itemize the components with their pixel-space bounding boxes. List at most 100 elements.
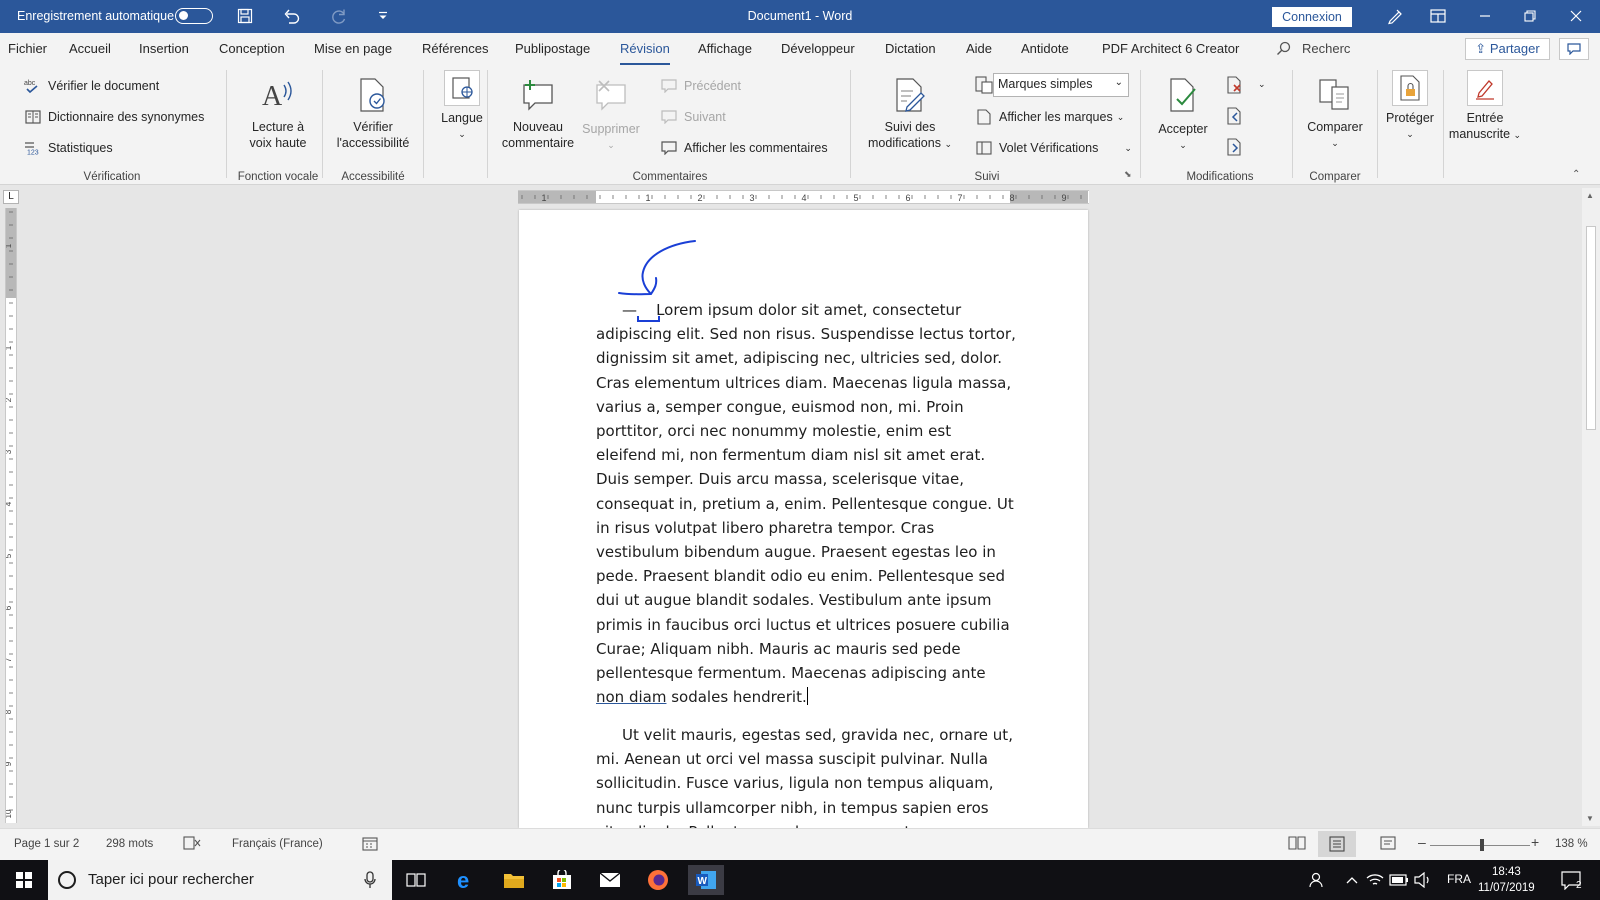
comments-icon[interactable]	[1559, 38, 1589, 60]
zoom-in-button[interactable]: +	[1531, 834, 1539, 850]
review-pane-icon	[975, 140, 993, 156]
vertical-ruler[interactable]: 1 1 2 3 4 5 6 7 8 9 10	[5, 208, 17, 823]
word-count-button[interactable]: 123 Statistiques	[24, 140, 113, 156]
search-input[interactable]: Recherc	[1302, 41, 1350, 56]
autosave-toggle[interactable]	[175, 8, 213, 24]
battery-icon[interactable]	[1388, 865, 1410, 895]
coauthor-pen-icon[interactable]	[1380, 6, 1410, 26]
tab-revision[interactable]: Révision	[620, 41, 670, 66]
file-explorer-icon[interactable]	[496, 865, 532, 895]
close-icon[interactable]	[1561, 6, 1591, 26]
macro-recording-icon[interactable]	[362, 836, 378, 854]
zoom-out-button[interactable]: –	[1418, 834, 1426, 850]
sign-in-button[interactable]: Connexion	[1272, 7, 1352, 27]
zoom-slider-thumb[interactable]	[1480, 839, 1484, 851]
thesaurus-button[interactable]: Dictionnaire des synonymes	[24, 109, 204, 125]
tab-pdf-architect[interactable]: PDF Architect 6 Creator	[1102, 41, 1239, 56]
tab-developpeur[interactable]: Développeur	[781, 41, 855, 56]
firefox-icon[interactable]	[640, 865, 676, 895]
proofing-icon[interactable]	[183, 836, 201, 853]
windows-start-icon[interactable]	[6, 865, 42, 895]
tab-conception[interactable]: Conception	[219, 41, 285, 56]
tab-references[interactable]: Références	[422, 41, 488, 56]
ink-input-button[interactable]: Entrée manuscrite ⌄	[1448, 70, 1522, 143]
delete-comment-button[interactable]: Supprimer ⌄	[578, 75, 644, 153]
check-document-button[interactable]: abc Vérifier le document	[24, 78, 159, 94]
notifications-icon[interactable]: 2	[1554, 865, 1590, 895]
previous-comment-button[interactable]: Précédent	[660, 78, 741, 94]
scroll-down-icon[interactable]: ▼	[1586, 814, 1594, 823]
minimize-icon[interactable]	[1470, 6, 1500, 26]
review-pane-button[interactable]: Volet Vérifications ⌄	[975, 140, 1132, 156]
delete-comment-label: Supprimer	[582, 122, 640, 136]
share-button[interactable]: ⇪ Partager	[1465, 38, 1550, 60]
taskbar-search-input[interactable]: Taper ici pour rechercher	[48, 860, 392, 900]
volume-icon[interactable]	[1412, 865, 1434, 895]
zoom-level[interactable]: 138 %	[1555, 838, 1588, 850]
word-count[interactable]: 298 mots	[106, 838, 153, 850]
ruler-number: 5	[853, 193, 858, 203]
read-mode-icon[interactable]	[1288, 835, 1306, 854]
microphone-icon[interactable]	[364, 871, 376, 893]
tab-fichier[interactable]: Fichier	[8, 41, 47, 56]
protect-button[interactable]: Protéger ⌄	[1380, 70, 1440, 142]
language-button[interactable]: Langue ⌄	[432, 70, 492, 142]
reject-icon[interactable]	[1224, 75, 1246, 95]
restore-icon[interactable]	[1515, 6, 1545, 26]
edge-icon[interactable]: e	[448, 865, 484, 895]
word-app-icon[interactable]: W	[688, 865, 724, 895]
search-icon[interactable]	[1272, 38, 1294, 58]
language-indicator[interactable]: Français (France)	[232, 838, 323, 850]
save-icon[interactable]	[234, 6, 256, 26]
print-layout-icon[interactable]	[1318, 831, 1356, 857]
title-bar: Enregistrement automatique Document1 - W…	[0, 0, 1600, 33]
web-layout-icon[interactable]	[1380, 835, 1398, 854]
tracking-dialog-launcher-icon[interactable]: ⬊	[1124, 169, 1132, 180]
chevron-down-icon[interactable]: ⌄	[1258, 79, 1266, 90]
tray-overflow-icon[interactable]	[1342, 865, 1362, 895]
ink-input-label-2: manuscrite ⌄	[1448, 127, 1522, 141]
tab-antidote[interactable]: Antidote	[1021, 41, 1069, 56]
ribbon-display-options-icon[interactable]	[1423, 6, 1453, 26]
menu-bar: Fichier Accueil Insertion Conception Mis…	[0, 33, 1600, 66]
tab-affichage[interactable]: Affichage	[698, 41, 752, 56]
next-change-icon[interactable]	[1224, 137, 1246, 157]
ruler-number: 3	[749, 193, 754, 203]
track-changes-button[interactable]: Suivi des modifications ⌄	[862, 75, 958, 152]
undo-icon[interactable]	[281, 6, 303, 26]
next-comment-button[interactable]: Suivant	[660, 109, 726, 125]
read-aloud-button[interactable]: A Lecture à voix haute	[238, 75, 318, 151]
input-language[interactable]: FRA	[1447, 872, 1471, 886]
tab-accueil[interactable]: Accueil	[69, 41, 111, 56]
clock[interactable]: 18:43 11/07/2019	[1478, 864, 1535, 896]
wifi-icon[interactable]	[1364, 865, 1386, 895]
document-page[interactable]: — Lorem ipsum dolor sit amet, consectetu…	[519, 210, 1088, 828]
scroll-up-icon[interactable]: ▲	[1586, 191, 1594, 200]
mail-icon[interactable]	[592, 865, 628, 895]
task-view-icon[interactable]	[398, 865, 434, 895]
show-markup-button[interactable]: Afficher les marques ⌄	[975, 109, 1124, 125]
tab-publipostage[interactable]: Publipostage	[515, 41, 590, 56]
accept-button[interactable]: Accepter ⌄	[1150, 75, 1216, 153]
collapse-ribbon-icon[interactable]: ⌃	[1572, 169, 1580, 180]
page-indicator[interactable]: Page 1 sur 2	[14, 838, 79, 850]
tab-insertion[interactable]: Insertion	[139, 41, 189, 56]
tab-dictation[interactable]: Dictation	[885, 41, 936, 56]
new-comment-button[interactable]: Nouveau commentaire	[498, 75, 578, 151]
vertical-scrollbar[interactable]: ▲ ▼	[1582, 188, 1600, 826]
tab-mise-en-page[interactable]: Mise en page	[314, 41, 392, 56]
previous-change-icon[interactable]	[1224, 106, 1246, 126]
check-accessibility-button[interactable]: Vérifier l'accessibilité	[328, 75, 418, 151]
horizontal-ruler[interactable]: 1 1 2 3 4 5 6 7 8 9	[518, 190, 1089, 204]
redo-icon[interactable]	[328, 6, 350, 26]
show-comments-button[interactable]: Afficher les commentaires	[660, 140, 828, 156]
compare-button[interactable]: Comparer ⌄	[1300, 75, 1370, 151]
people-icon[interactable]	[1306, 865, 1330, 895]
tab-selector[interactable]: L	[3, 190, 19, 204]
customize-toolbar-icon[interactable]	[372, 6, 394, 26]
scroll-thumb[interactable]	[1586, 226, 1596, 430]
markup-select[interactable]: Marques simples ⌄	[993, 73, 1129, 97]
tab-aide[interactable]: Aide	[966, 41, 992, 56]
tracked-change-text[interactable]: non diam	[596, 688, 666, 706]
store-icon[interactable]	[544, 865, 580, 895]
